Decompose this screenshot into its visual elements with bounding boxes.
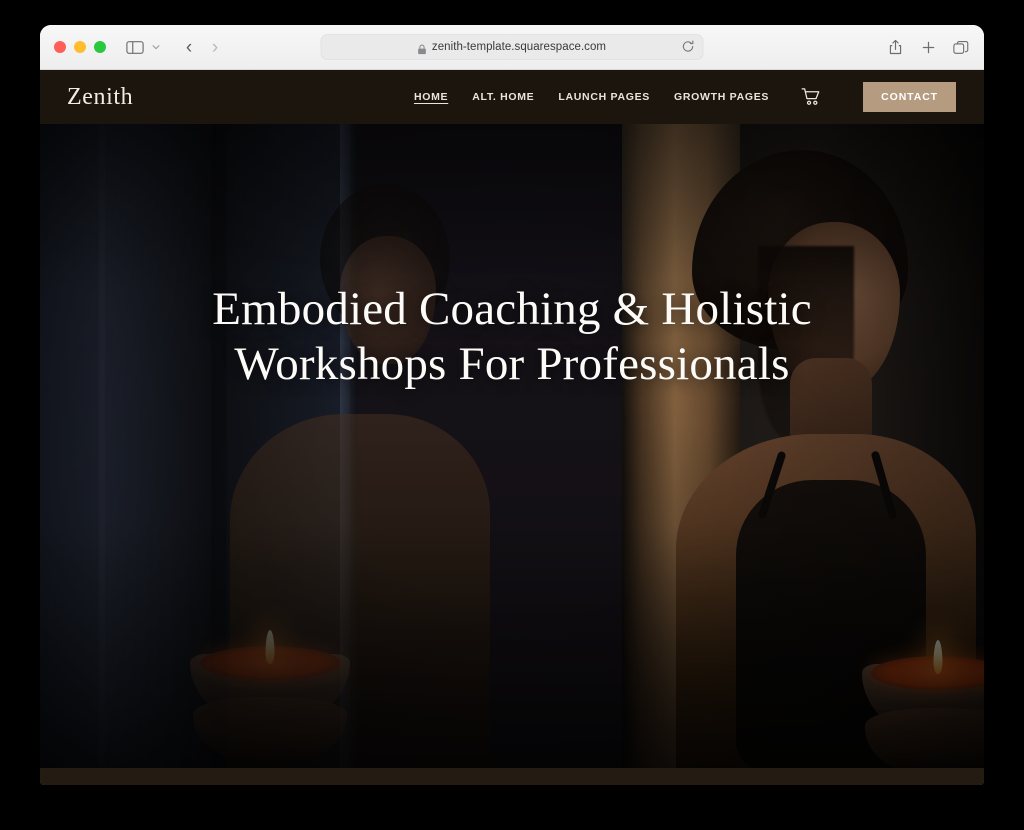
lock-icon: [418, 42, 427, 54]
chevron-down-icon[interactable]: [148, 36, 164, 58]
primary-navigation: HOME ALT. HOME LAUNCH PAGES GROWTH PAGES…: [414, 82, 956, 112]
next-section-strip: [40, 768, 984, 785]
hero-background-image: [40, 124, 984, 768]
back-button[interactable]: ‹: [176, 35, 202, 59]
forward-button[interactable]: ›: [202, 35, 228, 59]
nav-item-launch-pages[interactable]: LAUNCH PAGES: [558, 91, 650, 103]
sidebar-icon[interactable]: [124, 36, 146, 58]
nav-item-home[interactable]: HOME: [414, 91, 448, 103]
toolbar-right-actions: [886, 37, 970, 57]
close-window-button[interactable]: [54, 41, 66, 53]
url-text: zenith-template.squarespace.com: [431, 41, 607, 53]
nav-item-alt-home[interactable]: ALT. HOME: [472, 91, 534, 103]
site-logo[interactable]: Zenith: [67, 84, 133, 111]
hero-section: Embodied Coaching & Holistic Workshops F…: [40, 124, 984, 768]
reload-icon[interactable]: [682, 40, 696, 54]
nav-item-growth-pages[interactable]: GROWTH PAGES: [674, 91, 769, 103]
site-header: Zenith HOME ALT. HOME LAUNCH PAGES GROWT…: [40, 70, 984, 124]
browser-window: ‹ › zenith-template.squarespace.com Zeni…: [40, 25, 984, 785]
share-icon[interactable]: [886, 37, 904, 57]
hero-vignette-overlay: [40, 124, 984, 768]
zoom-window-button[interactable]: [94, 41, 106, 53]
new-tab-icon[interactable]: [919, 37, 937, 57]
website-viewport: Zenith HOME ALT. HOME LAUNCH PAGES GROWT…: [40, 70, 984, 785]
address-bar[interactable]: zenith-template.squarespace.com: [320, 34, 704, 60]
browser-toolbar: ‹ › zenith-template.squarespace.com: [40, 25, 984, 70]
tab-overview-icon[interactable]: [952, 37, 970, 57]
minimize-window-button[interactable]: [74, 41, 86, 53]
screen: ‹ › zenith-template.squarespace.com Zeni…: [0, 0, 1024, 830]
contact-button[interactable]: CONTACT: [863, 82, 956, 112]
shopping-cart-icon[interactable]: [801, 87, 822, 107]
hero-headline: Embodied Coaching & Holistic Workshops F…: [212, 283, 812, 391]
traffic-lights: [54, 41, 106, 53]
address-bar-container: zenith-template.squarespace.com: [320, 34, 704, 60]
